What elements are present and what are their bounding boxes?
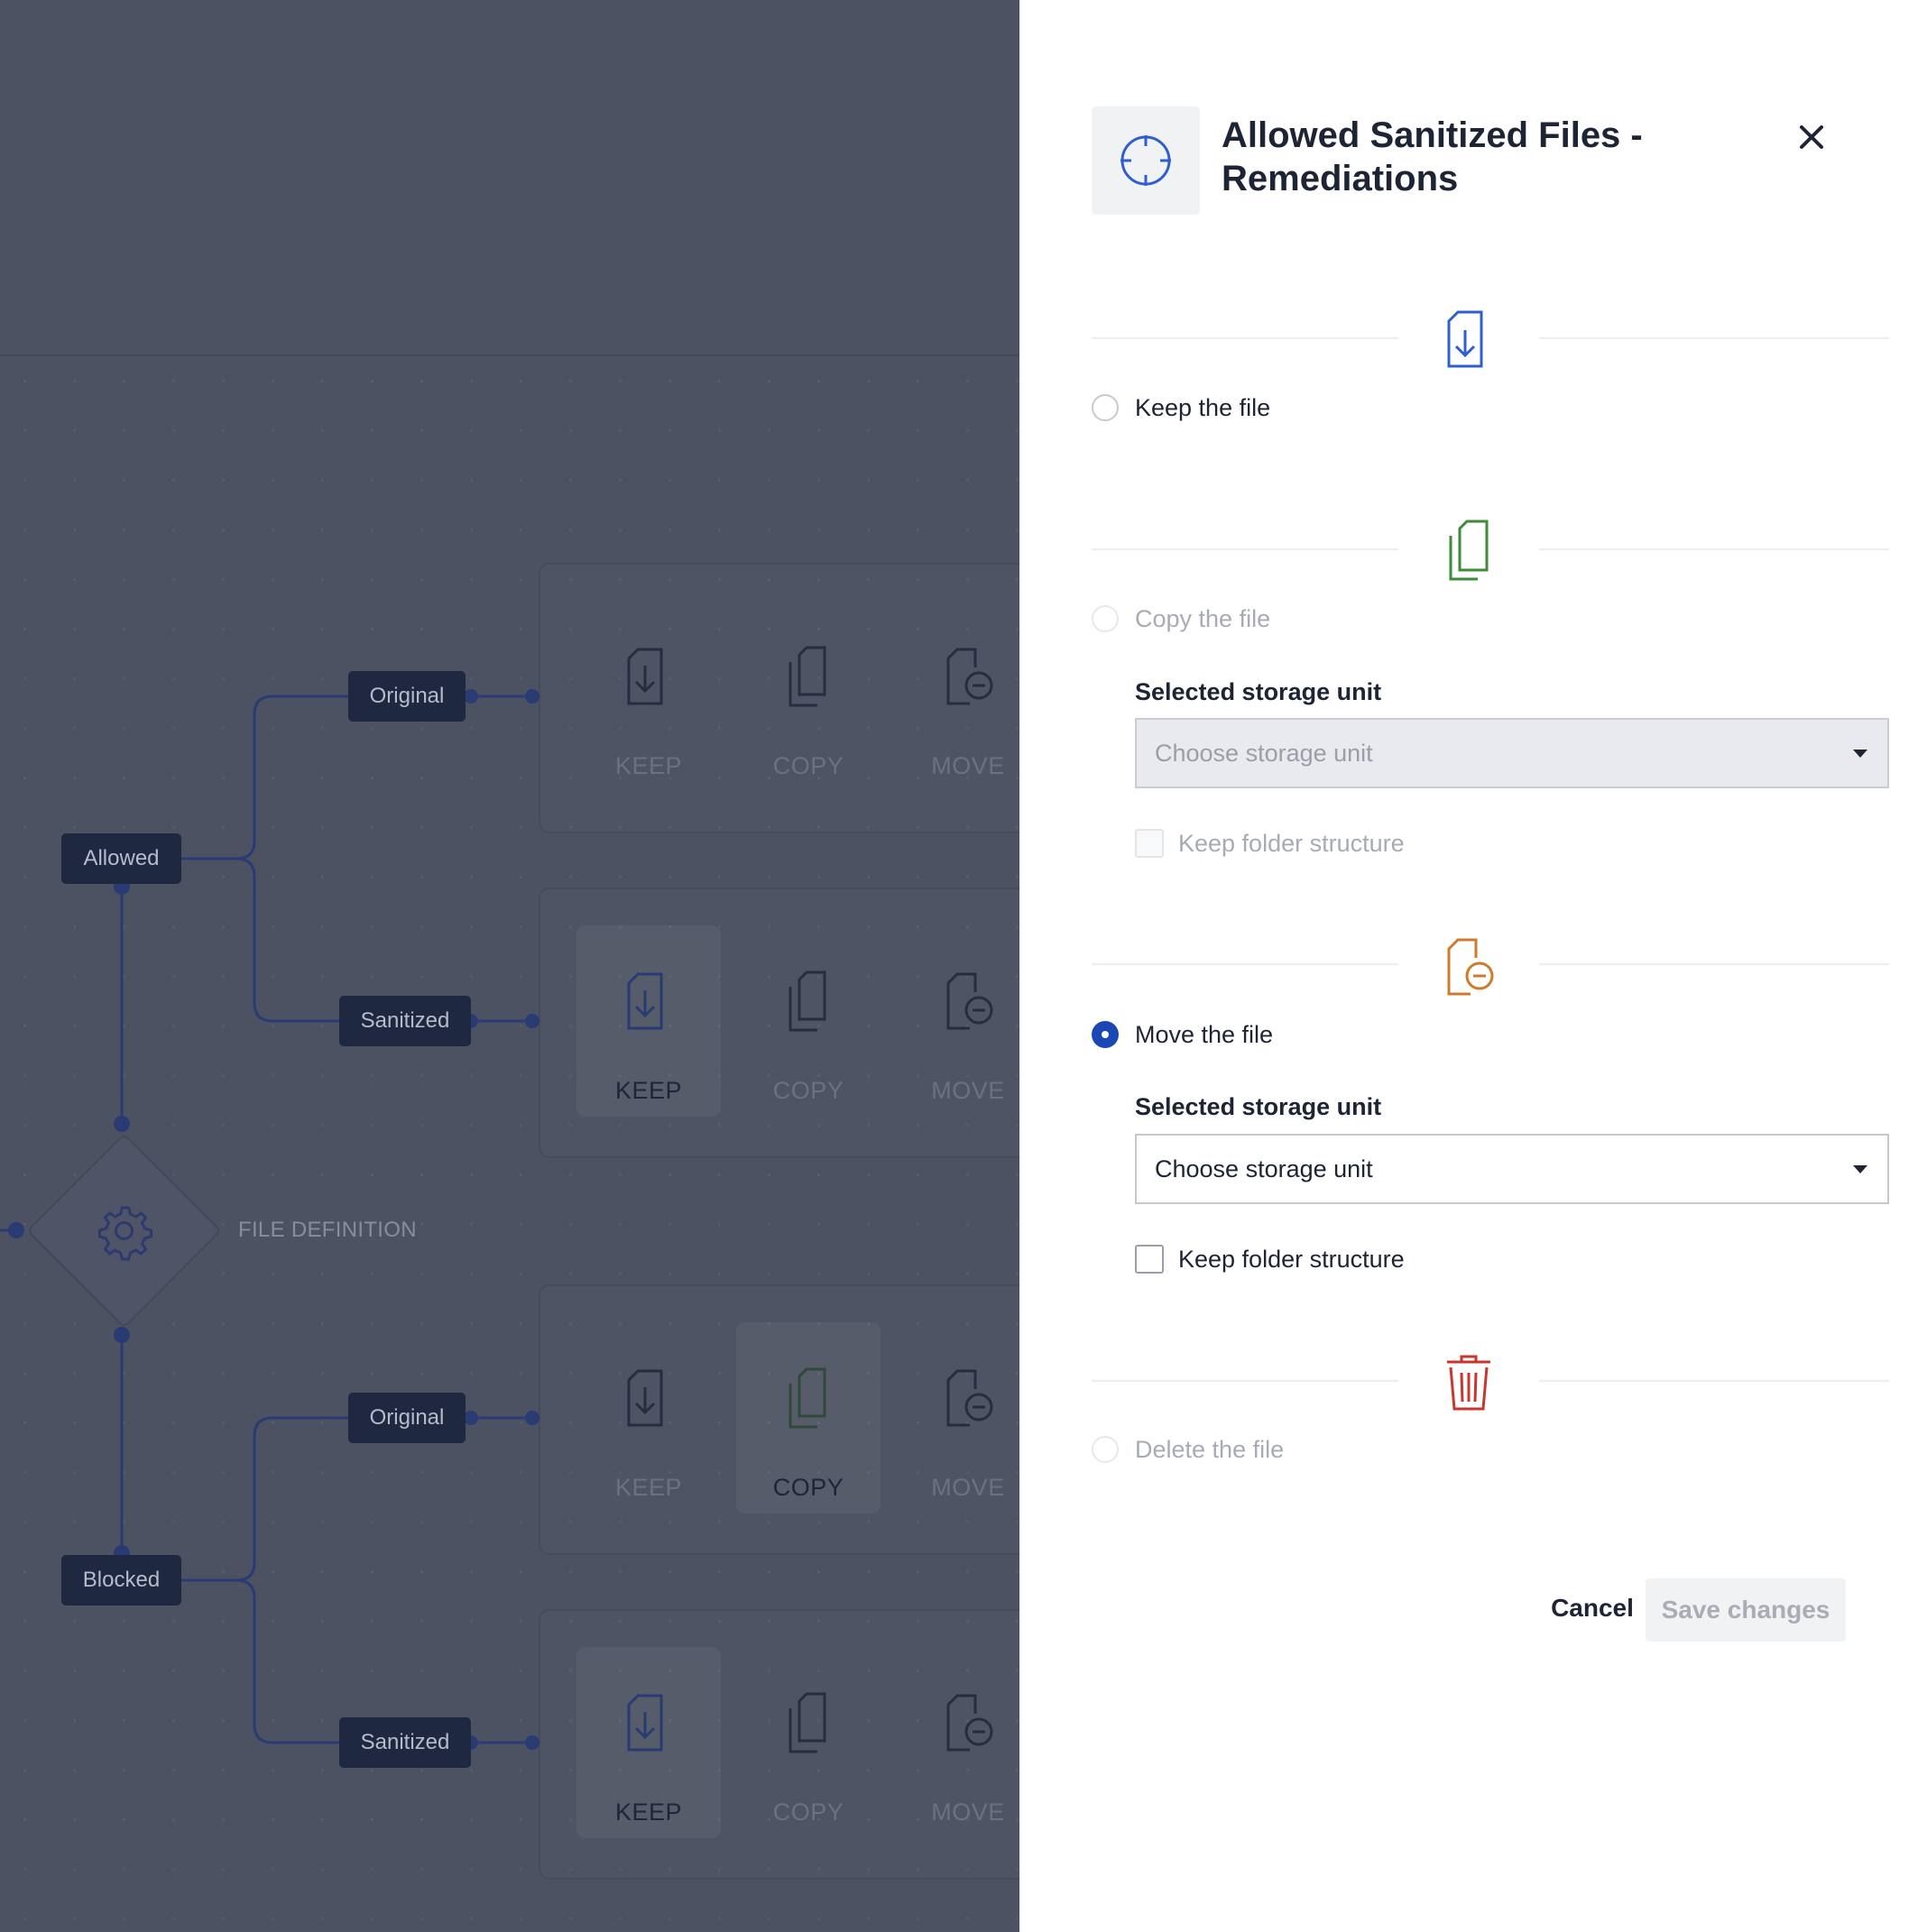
move-storage-value: Choose storage unit [1155,1155,1373,1182]
file-definition-node[interactable] [27,1134,221,1328]
output-allowed-sanitized[interactable]: Sanitized [339,996,471,1046]
file-move-icon [946,972,993,1030]
move-storage-label: Selected storage unit [1135,1093,1382,1120]
copy-storage-label: Selected storage unit [1135,678,1382,705]
action-move[interactable]: MOVE [896,1322,1019,1513]
action-keep[interactable]: KEEP [576,925,721,1117]
panel-title: Allowed Sanitized Files - Remediations [1222,115,1643,198]
file-download-icon [627,1369,663,1427]
move-keep-folder-checkbox[interactable] [1135,1245,1164,1274]
copy-storage-value: Choose storage unit [1155,740,1373,767]
file-move-icon [946,1369,993,1427]
action-move[interactable]: MOVE [896,1647,1019,1838]
action-copy[interactable]: COPY [736,925,881,1117]
file-download-icon [1447,310,1483,368]
section-divider [1539,548,1889,550]
action-copy[interactable]: COPY [736,601,881,792]
keep-radio[interactable] [1092,394,1119,421]
action-move[interactable]: MOVE [896,601,1019,792]
action-keep[interactable]: KEEP [576,601,721,792]
move-keep-folder-label: Keep folder structure [1178,1246,1405,1273]
remediations-panel: Allowed Sanitized Files - Remediations K… [1019,0,1918,1932]
action-copy[interactable]: COPY [736,1322,881,1513]
section-divider [1092,548,1398,550]
output-allowed-original[interactable]: Original [348,671,466,722]
file-move-icon [946,648,993,705]
action-card-blocked-original: KEEP COPY MOVE [539,1284,1019,1555]
section-divider [1092,1380,1398,1382]
delete-radio[interactable] [1092,1436,1119,1463]
copy-files-icon [788,1692,826,1753]
copy-storage-select[interactable]: Choose storage unit [1135,718,1889,788]
file-download-icon [627,1694,663,1752]
section-divider [1092,337,1398,339]
chevron-down-icon [1853,750,1867,758]
action-move[interactable]: MOVE [896,925,1019,1117]
action-card-allowed-sanitized: KEEP COPY MOVE [539,888,1019,1158]
file-move-icon [1447,938,1494,996]
copy-label: Copy the file [1135,605,1271,632]
file-definition-label: FILE DEFINITION [238,1218,417,1242]
copy-files-icon [788,646,826,707]
action-card-blocked-sanitized: KEEP COPY MOVE [539,1609,1019,1880]
close-icon [1800,125,1823,149]
file-move-icon [946,1694,993,1752]
delete-label: Delete the file [1135,1436,1285,1463]
copy-files-icon [1449,520,1489,581]
section-divider [1539,1380,1889,1382]
action-card-allowed-original: KEEP COPY MOVE [539,563,1019,833]
section-divider [1539,963,1889,965]
output-blocked-sanitized[interactable]: Sanitized [339,1717,471,1768]
save-changes-button[interactable]: Save changes [1646,1578,1846,1642]
close-button[interactable] [1786,112,1837,162]
move-radio[interactable] [1092,1021,1119,1048]
copy-files-icon [788,1367,826,1429]
move-label: Move the file [1135,1021,1274,1048]
copy-files-icon [788,971,826,1032]
copy-keep-folder-checkbox[interactable] [1135,829,1164,858]
copy-keep-folder-label: Keep folder structure [1178,830,1405,857]
file-download-icon [627,648,663,705]
trash-icon [1447,1355,1490,1411]
action-keep[interactable]: KEEP [576,1322,721,1513]
workflow-canvas: FILE DEFINITION Allowed Original Sanitiz… [0,0,1019,1932]
copy-radio[interactable] [1092,605,1119,632]
move-storage-select[interactable]: Choose storage unit [1135,1134,1889,1204]
header-icon-box [1092,106,1200,215]
branch-blocked[interactable]: Blocked [61,1555,181,1605]
file-download-icon [627,972,663,1030]
keep-label: Keep the file [1135,394,1271,421]
crosshair-icon [1120,135,1171,186]
section-divider [1092,963,1398,965]
branch-allowed[interactable]: Allowed [61,833,181,884]
chevron-down-icon [1853,1165,1867,1173]
output-blocked-original[interactable]: Original [348,1393,466,1443]
section-divider [1539,337,1889,339]
action-copy[interactable]: COPY [736,1647,881,1838]
action-keep[interactable]: KEEP [576,1647,721,1838]
